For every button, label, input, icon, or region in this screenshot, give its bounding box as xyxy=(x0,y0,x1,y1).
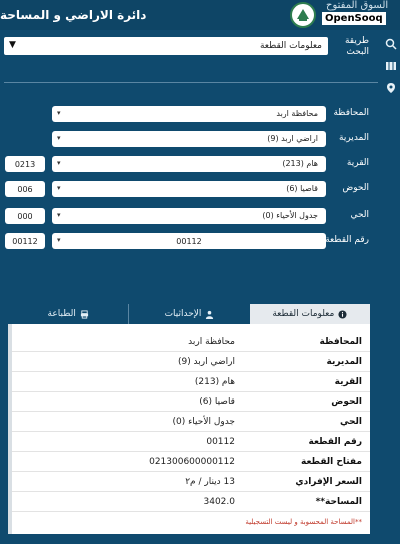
info-row: المحافظة محافظة اربد xyxy=(8,332,370,352)
chevron-down-icon: ▾ xyxy=(57,184,61,192)
info-row: مفتاح القطعة 021300600000112 xyxy=(8,452,370,472)
chevron-down-icon: ▾ xyxy=(57,109,61,117)
form-row-parcel-number: رقم القطعة 00112 ▾ 00112 xyxy=(0,233,381,259)
search-method-label: طريقة البحث xyxy=(344,36,369,57)
basin-code-input[interactable]: 006 xyxy=(5,181,45,197)
search-method-select[interactable]: معلومات القطعة ▼ xyxy=(4,37,328,55)
section-divider xyxy=(4,82,378,83)
parcel-number-select[interactable]: 00112 ▾ xyxy=(52,233,326,249)
basin-label: الحوض xyxy=(342,183,369,193)
neighborhood-value: جدول الأحياء (0) xyxy=(262,211,318,220)
info-key: السعر الإفرادي xyxy=(295,477,362,487)
chevron-down-icon: ▾ xyxy=(57,236,61,244)
governorate-select[interactable]: محافظة اربد ▾ xyxy=(52,106,326,122)
village-label: القرية xyxy=(346,158,369,168)
result-tabs: معلومات القطعة الإحداثيات الطباعة xyxy=(8,304,370,324)
map-icon[interactable] xyxy=(385,60,397,72)
chevron-down-icon: ▾ xyxy=(57,134,61,142)
info-row: الحي جدول الأحياء (0) xyxy=(8,412,370,432)
neighborhood-select[interactable]: جدول الأحياء (0) ▾ xyxy=(52,208,326,224)
village-code-input[interactable]: 0213 xyxy=(5,156,45,172)
tab-coordinates[interactable]: الإحداثيات xyxy=(128,304,249,324)
info-value: 3402.0 xyxy=(203,497,236,507)
search-icon[interactable] xyxy=(385,38,397,50)
info-value: هام (213) xyxy=(194,377,235,387)
tab-parcel-info[interactable]: معلومات القطعة xyxy=(249,304,370,324)
info-key: الحوض xyxy=(331,397,362,407)
basin-value: قاصيا (6) xyxy=(286,184,318,193)
watermark-arabic: السوق المفتوح xyxy=(326,0,389,11)
info-value: محافظة اربد xyxy=(188,337,235,347)
info-value: قاصيا (6) xyxy=(199,397,235,407)
parcel-code-input[interactable]: 00112 xyxy=(5,233,45,249)
info-key: الحي xyxy=(339,417,362,427)
area-footnote: **المساحة المحسوبة و ليست التسجيلية xyxy=(245,518,362,526)
search-method-value: معلومات القطعة xyxy=(259,41,322,51)
info-row: المساحة** 3402.0 xyxy=(8,492,370,512)
basin-select[interactable]: قاصيا (6) ▾ xyxy=(52,181,326,197)
info-key: المديرية xyxy=(326,357,362,367)
governorate-label: المحافظة xyxy=(333,108,369,118)
side-toolbar xyxy=(381,36,400,544)
info-key: مفتاح القطعة xyxy=(301,457,362,467)
info-key: المحافظة xyxy=(319,337,362,347)
info-key: القرية xyxy=(334,377,362,387)
logo-icon xyxy=(297,9,309,21)
form-row-basin: الحوض قاصيا (6) ▾ 006 xyxy=(0,181,381,199)
governorate-value: محافظة اربد xyxy=(276,109,318,118)
info-value: 00112 xyxy=(206,437,235,447)
tab-parcel-info-label: معلومات القطعة xyxy=(272,309,335,319)
info-value: 13 دينار / م٢ xyxy=(185,477,235,487)
info-value: جدول الأحياء (0) xyxy=(172,417,235,427)
user-icon xyxy=(206,310,214,319)
info-row: الحوض قاصيا (6) xyxy=(8,392,370,412)
app-title: دائرة الاراضي و المساحة xyxy=(0,8,147,22)
village-value: هام (213) xyxy=(282,159,318,168)
location-pin-icon[interactable] xyxy=(385,82,397,94)
directorate-select[interactable]: اراضي اربد (9) ▾ xyxy=(52,131,326,147)
print-icon xyxy=(80,309,88,319)
row-divider xyxy=(8,511,370,512)
search-method-row: طريقة البحث معلومات القطعة ▼ xyxy=(0,36,381,60)
info-row: السعر الإفرادي 13 دينار / م٢ xyxy=(8,472,370,492)
tab-print[interactable]: الطباعة xyxy=(8,304,128,324)
info-value: 021300600000112 xyxy=(149,457,235,467)
form-row-neighborhood: الحي جدول الأحياء (0) ▾ 000 xyxy=(0,208,381,226)
village-select[interactable]: هام (213) ▾ xyxy=(52,156,326,172)
panel-scrollbar[interactable] xyxy=(8,324,12,534)
info-value: اراضي اربد (9) xyxy=(177,357,235,367)
chevron-down-icon: ▼ xyxy=(9,40,16,50)
parcel-number-label: رقم القطعة xyxy=(325,235,369,245)
chevron-down-icon: ▾ xyxy=(57,159,61,167)
info-key: المساحة** xyxy=(315,497,362,507)
info-key: رقم القطعة xyxy=(308,437,362,447)
tab-print-label: الطباعة xyxy=(47,309,76,319)
info-row: القرية هام (213) xyxy=(8,372,370,392)
parcel-number-value: 00112 xyxy=(176,236,202,246)
tab-coordinates-label: الإحداثيات xyxy=(164,309,202,319)
info-row: رقم القطعة 00112 xyxy=(8,432,370,452)
form-row-governorate: المحافظة محافظة اربد ▾ xyxy=(0,106,381,124)
parcel-info-panel: المحافظة محافظة اربد المديرية اراضي اربد… xyxy=(8,324,370,534)
watermark: السوق المفتوح OpenSooq xyxy=(322,0,400,40)
directorate-label: المديرية xyxy=(339,133,369,143)
directorate-value: اراضي اربد (9) xyxy=(267,134,318,143)
neighborhood-code-input[interactable]: 000 xyxy=(5,208,45,224)
info-icon xyxy=(338,309,347,319)
watermark-english: OpenSooq xyxy=(322,12,386,25)
form-row-village: القرية هام (213) ▾ 0213 xyxy=(0,156,381,174)
chevron-down-icon: ▾ xyxy=(57,211,61,219)
department-logo xyxy=(290,2,316,28)
form-row-directorate: المديرية اراضي اربد (9) ▾ xyxy=(0,131,381,149)
info-row: المديرية اراضي اربد (9) xyxy=(8,352,370,372)
neighborhood-label: الحي xyxy=(350,210,369,220)
